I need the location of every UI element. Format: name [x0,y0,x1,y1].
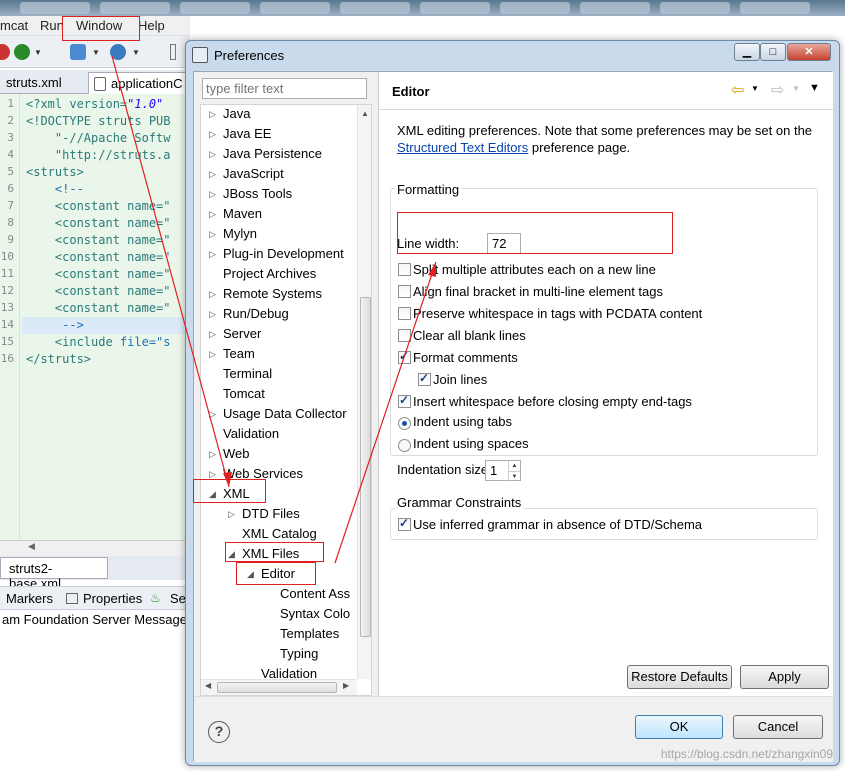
arrow-head-icon [223,472,232,487]
arrow-line [334,261,437,564]
watermark: https://blog.csdn.net/zhangxin09 [660,747,833,761]
arrow-line [111,55,230,488]
annotation-arrows [111,55,437,564]
arrow-head-icon [428,262,436,277]
